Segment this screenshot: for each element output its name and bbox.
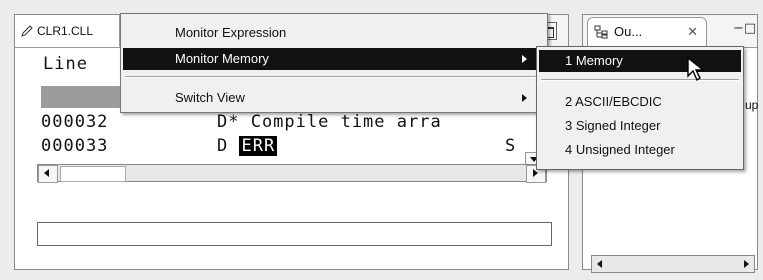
context-menu: Monitor Expression Monitor Memory Switch… <box>120 13 548 113</box>
submenu-arrow-icon <box>522 55 527 63</box>
submenu-item-unsigned-integer[interactable]: 4 Unsigned Integer <box>539 139 741 161</box>
menu-separator <box>125 76 543 78</box>
outline-tab-label: Ou... <box>614 24 643 39</box>
line-column-header: Line <box>43 54 88 74</box>
menu-item-label: Monitor Memory <box>175 51 269 66</box>
editor-tab-label: CLR1.CLL <box>37 24 94 38</box>
editor-tab[interactable]: CLR1.CLL <box>15 15 120 47</box>
chevron-left-icon <box>44 169 49 177</box>
submenu-arrow-icon <box>522 94 527 102</box>
code-prefix: D <box>217 136 240 156</box>
outline-tab[interactable]: Ou... ✕ <box>587 17 707 49</box>
submenu-item-ascii-ebcdic[interactable]: 2 ASCII/EBCDIC <box>539 91 741 113</box>
chevron-left-icon[interactable] <box>592 256 608 272</box>
ruler-bar <box>41 86 121 108</box>
outline-scrollbar[interactable] <box>591 255 755 273</box>
chevron-right-icon[interactable] <box>738 256 754 272</box>
line-number: 000033 <box>41 136 109 156</box>
monitor-memory-submenu: 1 Memory 2 ASCII/EBCDIC 3 Signed Integer… <box>536 46 744 170</box>
scrollbar-thumb[interactable] <box>60 166 126 182</box>
close-icon[interactable]: ✕ <box>687 18 698 46</box>
submenu-item-label: 3 Signed Integer <box>565 118 661 133</box>
selected-token[interactable]: ERR <box>239 136 278 156</box>
menu-item-monitor-expression[interactable]: Monitor Expression <box>123 22 545 44</box>
pencil-icon <box>21 25 33 37</box>
scroll-left-button[interactable] <box>38 165 58 183</box>
submenu-item-label: 2 ASCII/EBCDIC <box>565 94 662 109</box>
submenu-item-label: 4 Unsigned Integer <box>565 142 675 157</box>
code-line[interactable]: D* Compile time arra <box>217 112 442 132</box>
menu-item-label: Switch View <box>175 90 245 105</box>
submenu-item-label: 1 Memory <box>565 53 623 68</box>
command-field[interactable] <box>37 222 552 246</box>
line-number: 000032 <box>41 112 109 132</box>
code-suffix: S <box>505 136 517 156</box>
minimize-maximize-icon[interactable]: −□ <box>733 21 756 36</box>
menu-item-switch-view[interactable]: Switch View <box>123 87 545 109</box>
menu-item-label: Monitor Expression <box>175 25 287 40</box>
outline-text: up <box>745 98 759 112</box>
submenu-item-memory[interactable]: 1 Memory <box>539 50 741 72</box>
submenu-item-signed-integer[interactable]: 3 Signed Integer <box>539 115 741 137</box>
outline-icon <box>594 25 608 39</box>
code-line[interactable]: D ERR <box>217 136 278 156</box>
menu-item-monitor-memory[interactable]: Monitor Memory <box>123 48 545 70</box>
mouse-cursor-icon <box>687 56 705 82</box>
horizontal-scrollbar[interactable] <box>37 164 547 183</box>
